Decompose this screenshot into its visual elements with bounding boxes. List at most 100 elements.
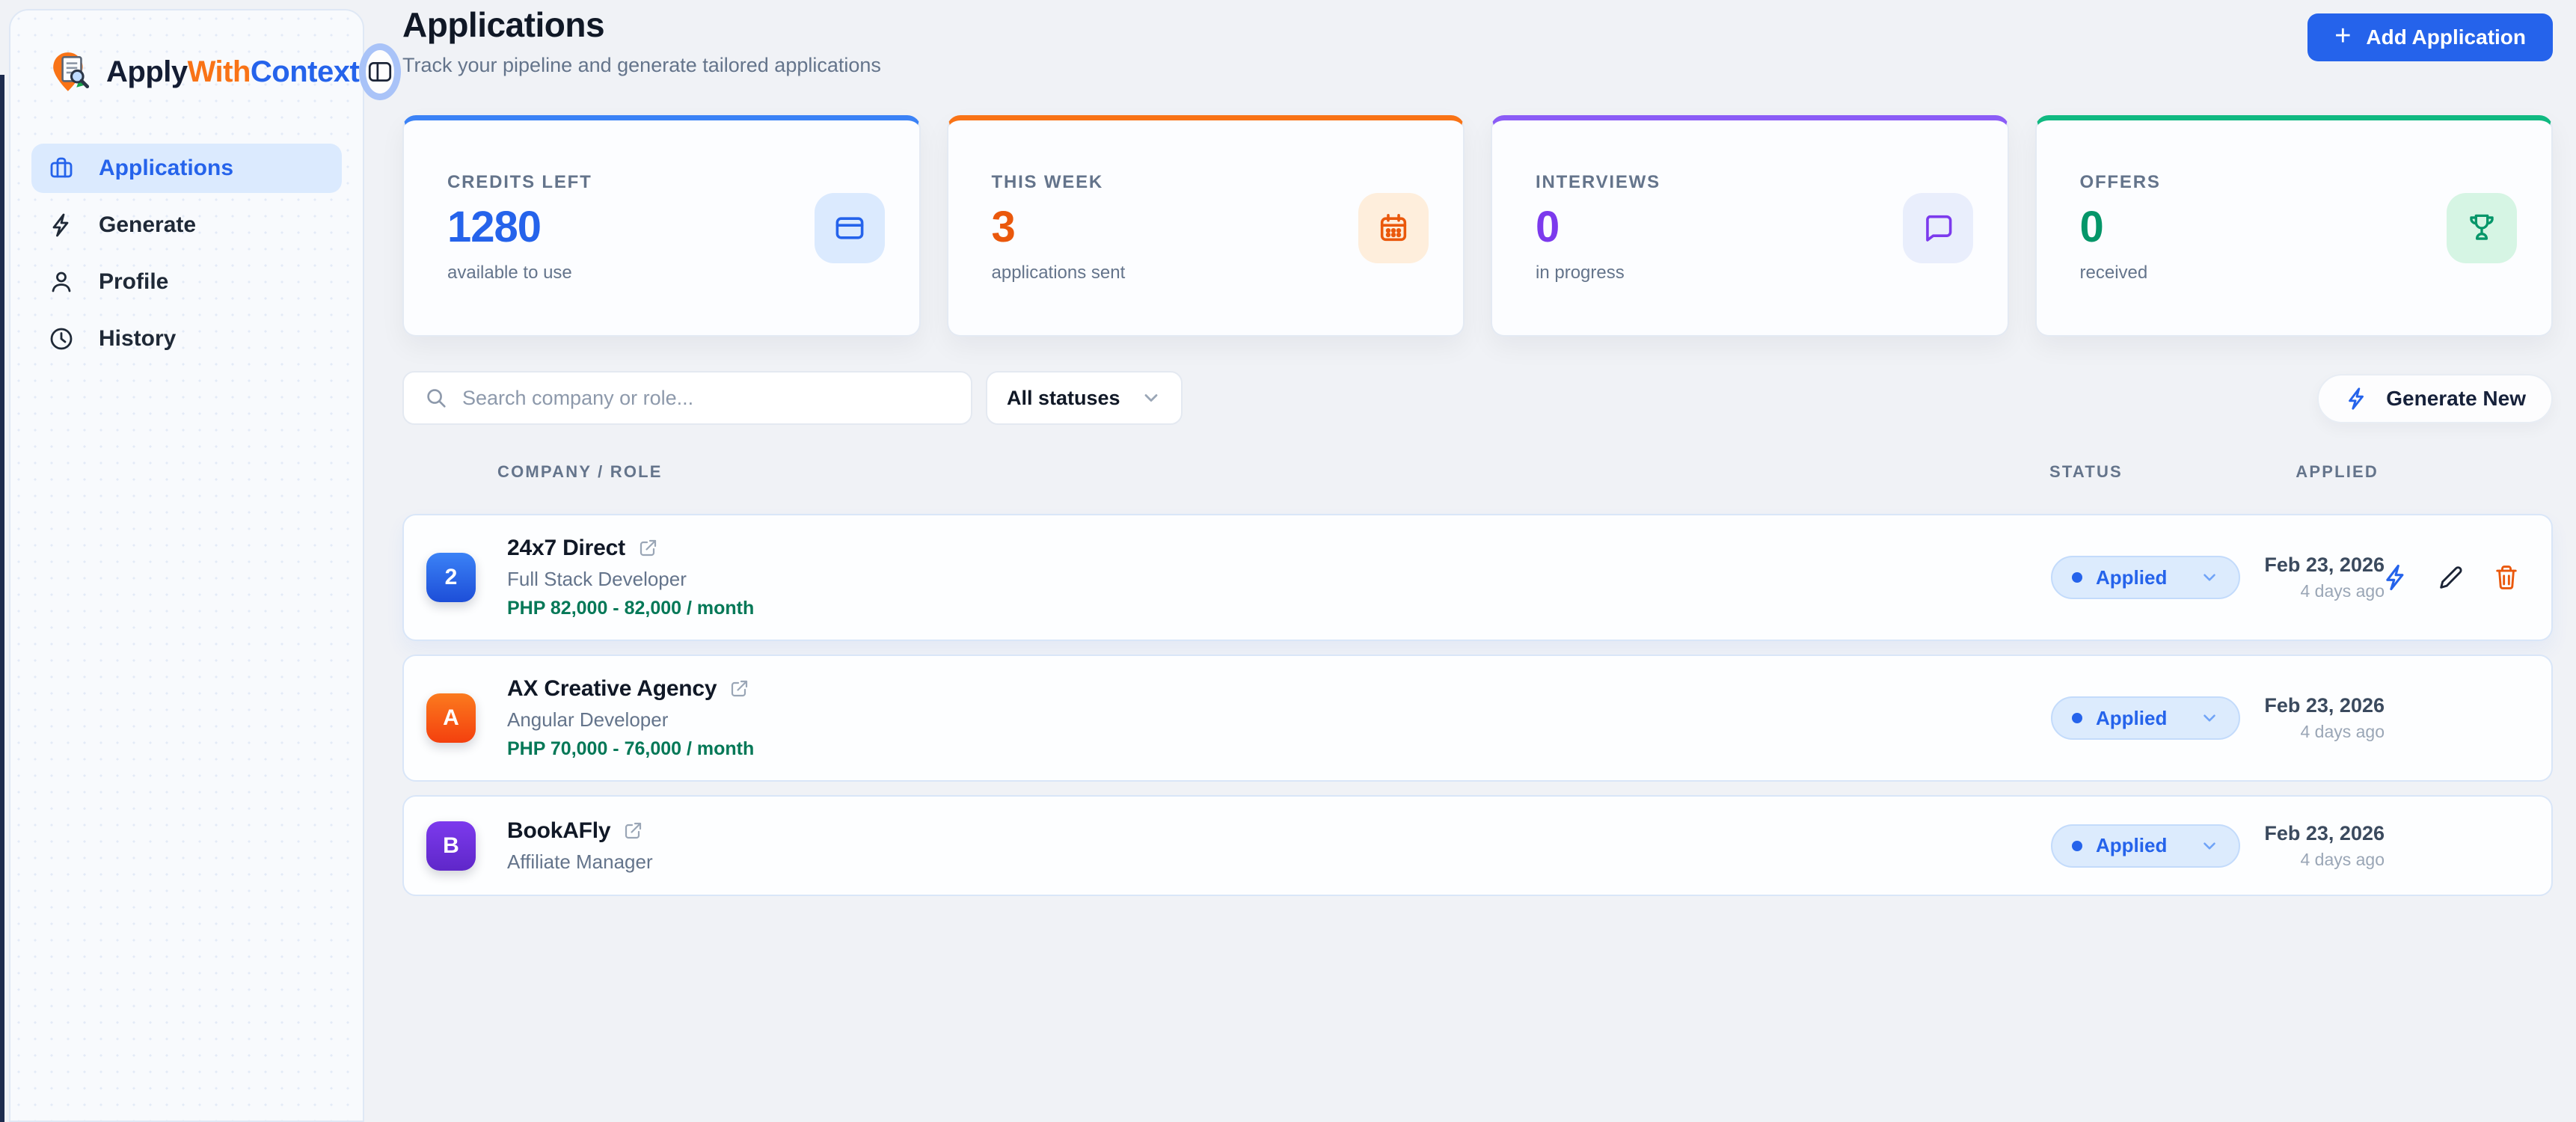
trophy-icon <box>2465 211 2499 245</box>
salary: PHP 70,000 - 76,000 / month <box>507 738 754 760</box>
stat-card-credits: CREDITS LEFT 1280 available to use <box>402 115 921 337</box>
column-header-status: STATUS <box>2049 462 2123 482</box>
sidebar: ApplyWithContext Applications Generate <box>9 9 364 1122</box>
lightning-icon <box>48 212 75 239</box>
external-link-icon[interactable] <box>637 538 658 559</box>
sidebar-item-profile[interactable]: Profile <box>31 257 342 307</box>
company-role-cell: AX Creative Agency Angular Developer PHP… <box>507 676 754 760</box>
status-dot <box>2072 572 2082 583</box>
sidebar-item-label: History <box>99 326 176 352</box>
avatar: A <box>426 693 476 743</box>
sidebar-collapse-button[interactable] <box>359 43 401 100</box>
table-row[interactable]: A AX Creative Agency Angular Developer P… <box>402 654 2553 782</box>
trash-icon <box>2491 562 2521 592</box>
add-application-label: Add Application <box>2366 25 2526 49</box>
status-dropdown[interactable]: Applied <box>2051 824 2240 868</box>
app-logo-icon <box>49 50 93 94</box>
generate-new-button[interactable]: Generate New <box>2317 374 2553 423</box>
applied-date: Feb 23, 2026 <box>2264 554 2385 577</box>
row-actions <box>2379 561 2523 594</box>
table-row[interactable]: B BookAFly Affiliate Manager Applied Feb… <box>402 795 2553 896</box>
clock-icon <box>48 325 75 352</box>
pencil-icon <box>2436 562 2466 592</box>
status-dot <box>2072 841 2082 851</box>
page-subtitle: Track your pipeline and generate tailore… <box>402 54 881 77</box>
applied-date: Feb 23, 2026 <box>2264 694 2385 717</box>
stat-card-this-week: THIS WEEK 3 applications sent <box>947 115 1465 337</box>
stat-icon-chip <box>1358 193 1429 263</box>
stat-card-interviews: INTERVIEWS 0 in progress <box>1491 115 2009 337</box>
stat-icon-chip <box>2447 193 2517 263</box>
company-role-cell: BookAFly Affiliate Manager <box>507 818 653 874</box>
chevron-down-icon <box>2200 836 2219 856</box>
status-label: Applied <box>2096 834 2167 857</box>
company-name: 24x7 Direct <box>507 536 625 561</box>
add-application-button[interactable]: + Add Application <box>2307 13 2553 61</box>
sidebar-item-history[interactable]: History <box>31 314 342 364</box>
sidebar-item-applications[interactable]: Applications <box>31 144 342 193</box>
applied-ago: 4 days ago <box>2264 581 2385 601</box>
edit-action-button[interactable] <box>2435 561 2468 594</box>
external-link-icon[interactable] <box>729 678 749 699</box>
chevron-down-icon <box>2200 568 2219 587</box>
lightning-icon <box>2381 562 2411 592</box>
sidebar-item-label: Generate <box>99 212 196 238</box>
status-label: Applied <box>2096 566 2167 589</box>
company-name: AX Creative Agency <box>507 676 717 702</box>
applied-ago: 4 days ago <box>2264 850 2385 870</box>
external-link-icon[interactable] <box>622 821 643 842</box>
status-dropdown[interactable]: Applied <box>2051 696 2240 740</box>
lightning-icon <box>2344 386 2370 411</box>
sidebar-item-label: Profile <box>99 269 168 295</box>
company-name: BookAFly <box>507 818 610 844</box>
calendar-icon <box>1376 211 1411 245</box>
column-header-applied: APPLIED <box>2296 462 2379 482</box>
table-row[interactable]: 2 24x7 Direct Full Stack Developer PHP 8… <box>402 514 2553 641</box>
table-header: COMPANY / ROLE STATUS APPLIED <box>402 462 2553 492</box>
window-edge-strip <box>0 75 4 1122</box>
stat-sublabel: available to use <box>447 263 919 283</box>
user-icon <box>48 269 75 295</box>
applied-ago: 4 days ago <box>2264 722 2385 742</box>
stat-card-offers: OFFERS 0 received <box>2035 115 2554 337</box>
stat-sublabel: received <box>2080 263 2552 283</box>
role: Affiliate Manager <box>507 850 653 874</box>
salary: PHP 82,000 - 82,000 / month <box>507 598 754 619</box>
applied-cell: Feb 23, 2026 4 days ago <box>2264 822 2385 870</box>
status-filter-value: All statuses <box>1007 387 1120 410</box>
stats-row: CREDITS LEFT 1280 available to use THIS … <box>402 115 2553 337</box>
logo-row: ApplyWithContext <box>10 10 363 100</box>
chevron-down-icon <box>1141 387 1162 408</box>
app-title: ApplyWithContext <box>106 55 359 89</box>
search-input[interactable] <box>462 387 951 410</box>
chat-bubble-icon <box>1921 211 1955 245</box>
search-icon <box>423 385 449 411</box>
generate-action-button[interactable] <box>2379 561 2412 594</box>
avatar: B <box>426 821 476 871</box>
avatar: 2 <box>426 553 476 602</box>
stat-label: OFFERS <box>2080 172 2552 193</box>
column-header-company-role: COMPANY / ROLE <box>497 462 663 482</box>
applied-cell: Feb 23, 2026 4 days ago <box>2264 554 2385 601</box>
panel-left-icon <box>366 58 394 86</box>
sidebar-nav: Applications Generate Profile History <box>10 144 363 364</box>
delete-action-button[interactable] <box>2490 561 2523 594</box>
company-role-cell: 24x7 Direct Full Stack Developer PHP 82,… <box>507 536 754 619</box>
stat-sublabel: in progress <box>1536 263 2008 283</box>
search-box <box>402 371 972 425</box>
status-filter-select[interactable]: All statuses <box>986 371 1183 425</box>
sidebar-item-generate[interactable]: Generate <box>31 200 342 250</box>
stat-label: CREDITS LEFT <box>447 172 919 193</box>
briefcase-icon <box>48 155 75 182</box>
applied-date: Feb 23, 2026 <box>2264 822 2385 845</box>
stat-icon-chip <box>815 193 885 263</box>
role: Angular Developer <box>507 708 754 732</box>
stat-sublabel: applications sent <box>992 263 1464 283</box>
plus-icon: + <box>2334 22 2351 50</box>
status-dropdown[interactable]: Applied <box>2051 556 2240 599</box>
stat-icon-chip <box>1903 193 1973 263</box>
sidebar-item-label: Applications <box>99 156 233 181</box>
credit-card-icon <box>832 211 867 245</box>
generate-new-label: Generate New <box>2386 387 2526 411</box>
stat-label: INTERVIEWS <box>1536 172 2008 193</box>
